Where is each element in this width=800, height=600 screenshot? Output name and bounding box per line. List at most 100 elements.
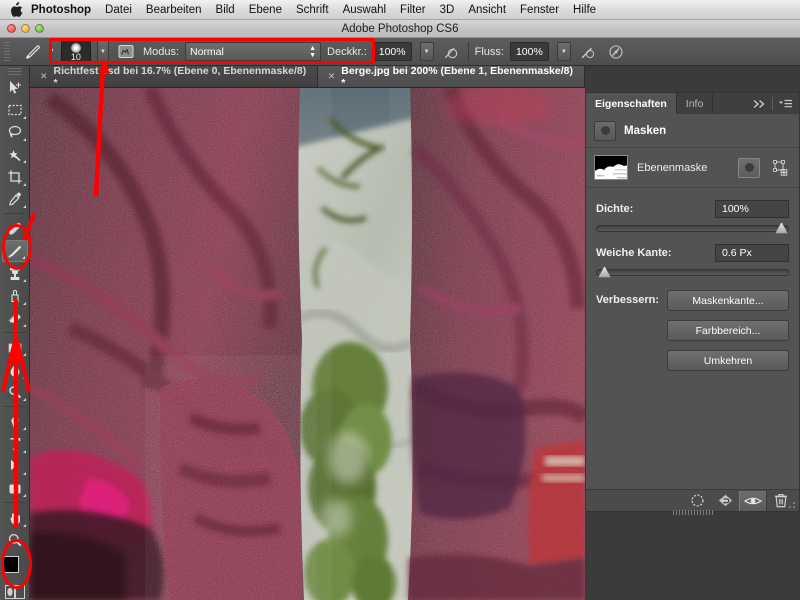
menu-item-datei[interactable]: Datei (98, 0, 139, 20)
brush-preset-chevron-icon[interactable]: ▼ (96, 39, 109, 64)
options-bar-grip[interactable] (4, 41, 10, 62)
tool-submenu-triangle-icon (20, 427, 26, 431)
clone-stamp-tool[interactable] (2, 263, 28, 284)
layer-mask-thumbnail[interactable] (594, 155, 628, 180)
airbrush-icon[interactable] (577, 41, 599, 63)
feather-slider-thumb[interactable] (598, 266, 611, 278)
menu-item-bearbeiten[interactable]: Bearbeiten (139, 0, 209, 20)
color-swatches[interactable] (1, 555, 29, 582)
mask-edge-button[interactable]: Maskenkante... (666, 290, 789, 311)
flow-input[interactable]: 100% (509, 42, 549, 61)
menu-item-schrift[interactable]: Schrift (289, 0, 336, 20)
zoom-tool[interactable] (2, 530, 28, 551)
panel-empty-space (586, 371, 799, 489)
tools-panel-grip[interactable] (7, 68, 22, 77)
panel-tab-controls (752, 93, 799, 114)
invert-button[interactable]: Umkehren (666, 350, 789, 371)
hand-tool[interactable] (2, 507, 28, 528)
tool-preset-chevron-icon[interactable]: ▼ (48, 48, 55, 55)
brush-tool[interactable] (1, 240, 28, 262)
mask-row[interactable]: Ebenenmaske (586, 148, 799, 188)
tool-submenu-triangle-icon (20, 234, 26, 238)
eraser-tool[interactable] (2, 308, 28, 329)
canvas-image (30, 88, 585, 600)
density-slider-track[interactable] (596, 222, 789, 234)
tool-submenu-triangle-icon (20, 523, 26, 527)
apply-mask-icon[interactable] (711, 491, 739, 511)
move-tool[interactable] (2, 77, 28, 98)
apple-logo-icon[interactable] (8, 2, 24, 18)
shape-tool[interactable] (2, 478, 28, 499)
blend-mode-label: Modus: (142, 45, 180, 58)
tool-submenu-triangle-icon (20, 160, 26, 164)
menu-item-filter[interactable]: Filter (393, 0, 433, 20)
brush-size-value: 10 (70, 51, 81, 62)
quick-selection-tool[interactable] (2, 144, 28, 165)
menu-item-hilfe[interactable]: Hilfe (566, 0, 603, 20)
menu-item-ansicht[interactable]: Ansicht (461, 0, 513, 20)
pen-tool[interactable] (2, 411, 28, 432)
pixel-mask-icon[interactable] (594, 120, 616, 141)
toggle-mask-visibility-icon[interactable] (739, 490, 767, 511)
quick-mask-toggle[interactable] (2, 584, 28, 600)
opacity-stepper[interactable]: ▼ (419, 42, 434, 61)
brush-size-preset[interactable]: 10 (60, 39, 91, 64)
tool-submenu-triangle-icon (20, 301, 26, 305)
menu-item-bild[interactable]: Bild (209, 0, 242, 20)
dodge-tool[interactable] (2, 382, 28, 403)
feather-slider-track[interactable] (596, 266, 789, 278)
crop-tool[interactable] (2, 166, 28, 187)
tab-eigenschaften[interactable]: Eigenschaften (586, 93, 677, 114)
brush-panel-icon[interactable] (115, 41, 137, 63)
foreground-color-swatch[interactable] (1, 555, 19, 573)
color-range-button[interactable]: Farbbereich... (666, 320, 789, 341)
double-chevron-right-icon[interactable] (752, 99, 767, 109)
vector-mask-icon[interactable] (769, 158, 791, 178)
blur-tool[interactable] (2, 359, 28, 380)
type-tool[interactable] (2, 433, 28, 454)
panel-corner-resize-icon[interactable] (788, 500, 797, 509)
photoshop-window: Photoshop Datei Bearbeiten Bild Ebene Sc… (0, 0, 800, 600)
close-icon[interactable]: ✕ (328, 71, 336, 82)
refine-section: Verbessern: Maskenkante... Farbbereich..… (586, 276, 799, 371)
rectangular-marquee-tool[interactable] (2, 99, 28, 120)
panel-menu-icon[interactable] (778, 99, 793, 109)
opacity-input[interactable]: 100% (372, 42, 412, 61)
density-control: Dichte: 100% (586, 188, 799, 234)
menu-item-photoshop[interactable]: Photoshop (24, 0, 98, 20)
tab-info[interactable]: Info (677, 93, 714, 114)
menu-item-fenster[interactable]: Fenster (513, 0, 566, 20)
document-tab-richtfest[interactable]: ✕ Richtfest.psd bei 16.7% (Ebene 0, Eben… (30, 65, 318, 89)
gradient-tool[interactable] (2, 337, 28, 358)
lasso-tool[interactable] (2, 122, 28, 143)
path-selection-tool[interactable] (2, 456, 28, 477)
opacity-label: Deckkr.: (327, 45, 367, 58)
flow-stepper[interactable]: ▼ (556, 42, 571, 61)
tablet-pressure-opacity-icon[interactable] (440, 41, 462, 63)
load-selection-from-mask-icon[interactable] (683, 491, 711, 511)
eyedropper-tool[interactable] (2, 189, 28, 210)
density-slider-thumb[interactable] (775, 222, 788, 234)
density-input[interactable]: 100% (715, 200, 789, 218)
menu-item-3d[interactable]: 3D (433, 0, 462, 20)
blend-mode-value: Normal (190, 45, 224, 58)
panel-resize-grip[interactable] (672, 510, 713, 515)
brush-icon[interactable] (18, 41, 46, 63)
tool-submenu-triangle-icon (20, 353, 26, 357)
panel-tab-bar: Eigenschaften Info (586, 93, 799, 114)
refine-label: Verbessern: (596, 294, 659, 306)
tablet-pressure-size-icon[interactable] (605, 41, 627, 63)
blend-mode-select[interactable]: Normal ▲ ▼ (185, 42, 322, 61)
document-tab-berge[interactable]: ✕ Berge.jpg bei 200% (Ebene 1, Ebenenmas… (317, 65, 585, 89)
tools-divider (3, 332, 26, 333)
spot-healing-brush-tool[interactable] (2, 218, 28, 239)
feather-input[interactable]: 0.6 Px (715, 244, 789, 262)
menu-item-auswahl[interactable]: Auswahl (336, 0, 393, 20)
menu-item-ebene[interactable]: Ebene (242, 0, 289, 20)
pixel-mask-icon[interactable] (738, 157, 760, 178)
canvas-area[interactable] (30, 88, 585, 600)
close-icon[interactable]: ✕ (40, 71, 48, 82)
tool-submenu-triangle-icon (20, 494, 26, 498)
history-brush-tool[interactable] (2, 285, 28, 306)
tab-label: Info (685, 97, 704, 110)
